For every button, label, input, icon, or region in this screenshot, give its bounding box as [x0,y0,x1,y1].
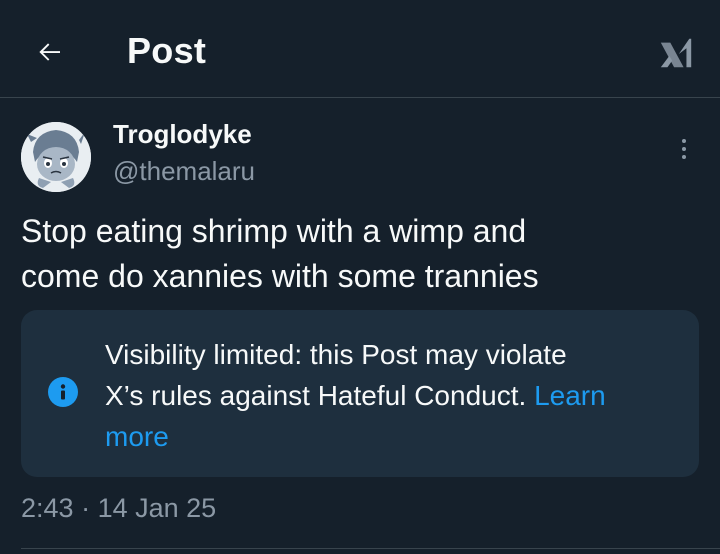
post-timestamp[interactable]: 2:43 · 14 Jan 25 [21,493,216,524]
learn-more-link-part[interactable]: Learn [534,380,606,411]
notice-rules-text: X’s rules against Hateful Conduct. [105,380,527,411]
grok-icon [660,38,692,68]
arrow-left-icon [39,43,60,61]
author-handle[interactable]: @themalaru [113,156,255,187]
info-icon [48,377,78,407]
top-bar: Post [0,0,720,98]
post-date: 14 Jan 25 [97,493,217,523]
notice-line: X’s rules against Hateful Conduct. Learn [105,375,685,416]
avatar[interactable] [21,122,91,192]
learn-more-link-part[interactable]: more [105,421,169,452]
post-text-line: come do xannies with some trannies [21,258,539,294]
notice-line: Visibility limited: this Post may violat… [105,339,567,370]
divider [21,548,720,549]
grok-button[interactable] [654,32,698,76]
page-title: Post [127,30,207,71]
post-text-line: Stop eating shrimp with a wimp and [21,213,527,249]
more-dot-icon [682,155,686,159]
author-display-name[interactable]: Troglodyke [113,119,252,150]
more-dot-icon [682,147,686,151]
post-time: 2:43 [21,493,74,523]
timestamp-separator: · [81,493,91,523]
more-dot-icon [682,139,686,143]
visibility-notice: Visibility limited: this Post may violat… [21,310,699,477]
back-button[interactable] [28,30,72,74]
more-options-button[interactable] [668,132,700,166]
notice-line: more [105,416,685,457]
avatar-illustration [21,122,91,192]
notice-text: Visibility limited: this Post may violat… [105,334,685,457]
post-body: Stop eating shrimp with a wimp and come … [21,209,691,299]
